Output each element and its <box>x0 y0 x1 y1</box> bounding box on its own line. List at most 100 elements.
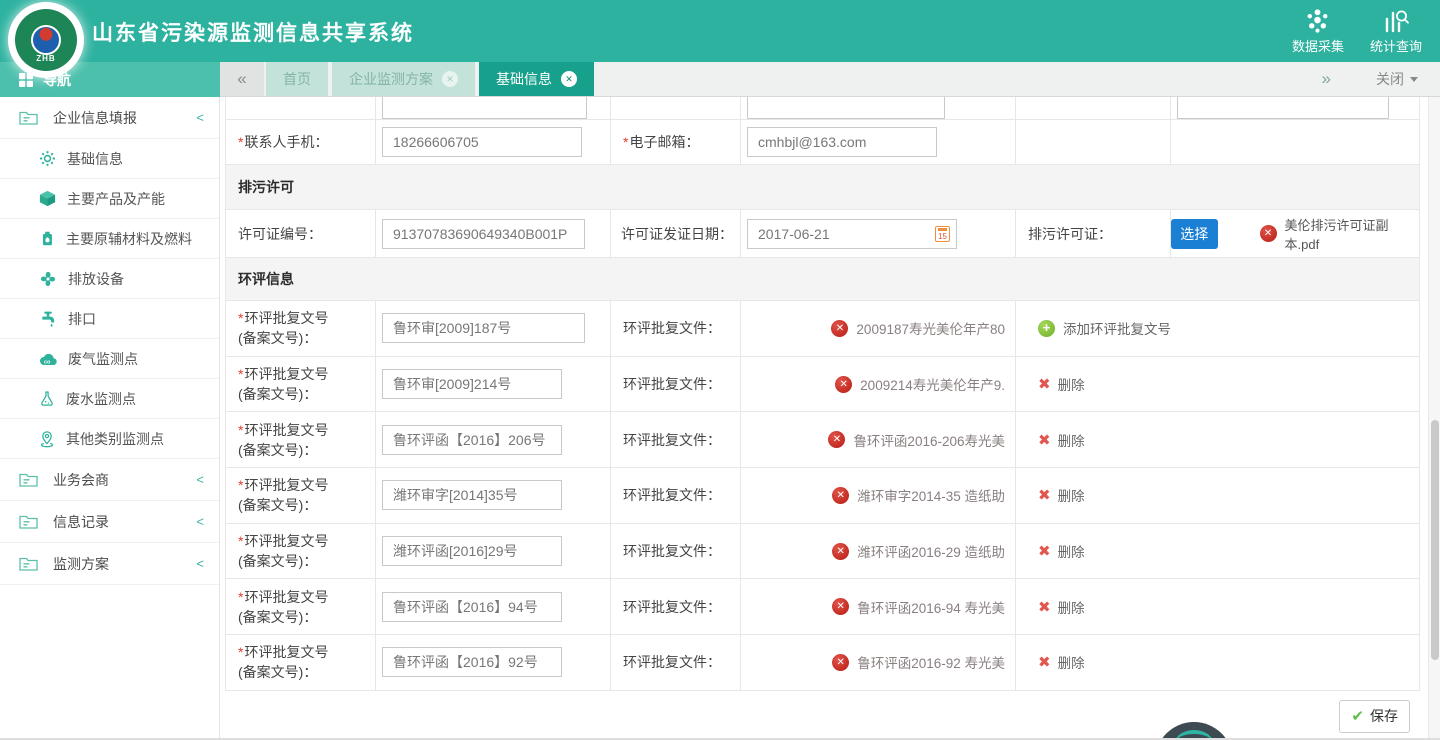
delete-cross-icon: ✖ <box>1038 653 1051 671</box>
double-chevron-right-icon[interactable]: » <box>1322 69 1331 89</box>
tab-bar: « 首页企业监测方案✕基础信息✕ » 关闭 <box>220 62 1440 97</box>
sidebar-group[interactable]: 监测方案< <box>0 543 219 585</box>
sidebar-group[interactable]: 业务会商< <box>0 459 219 501</box>
delete-cross-icon: ✖ <box>1038 375 1051 393</box>
partial-input[interactable] <box>1177 97 1389 119</box>
eia-doc-no-input[interactable] <box>382 592 562 622</box>
permit-date-input[interactable] <box>747 219 957 249</box>
add-eia-doc-label: 添加环评批复文号 <box>1063 318 1171 338</box>
sidebar-item-label: 基础信息 <box>67 149 123 169</box>
eia-file-label: 环评批复文件： <box>611 635 741 690</box>
sidebar-item[interactable]: 废水监测点 <box>0 379 219 419</box>
eia-doc-label: *环评批复文号(备案文号)： <box>226 635 376 690</box>
sidebar-group[interactable]: 信息记录< <box>0 501 219 543</box>
svg-text:co: co <box>44 359 51 365</box>
eia-action-cell: ✖删除 <box>1016 524 1419 579</box>
sidebar-group-label: 监测方案 <box>53 554 109 574</box>
remove-file-icon[interactable]: ✕ <box>832 654 849 671</box>
eia-action-cell: ✖ 删除 <box>1016 635 1419 690</box>
scrollbar-thumb[interactable] <box>1431 420 1439 660</box>
app-title: 山东省污染源监测信息共享系统 <box>92 17 414 47</box>
eia-file-name[interactable]: 潍环评函2016-29 造纸助 <box>857 541 1005 561</box>
sidebar-item[interactable]: 其他类别监测点 <box>0 419 219 459</box>
email-input[interactable] <box>747 127 937 157</box>
delete-eia-row-button[interactable]: ✖删除 <box>1038 485 1085 505</box>
delete-eia-row-button[interactable]: ✖ 删除 <box>1038 652 1085 672</box>
floating-widget-icon[interactable] <box>1155 722 1233 739</box>
sidebar-item[interactable]: 主要原辅材料及燃料 <box>0 219 219 259</box>
choose-file-button[interactable]: 选择 <box>1171 219 1218 249</box>
remove-file-icon[interactable]: ✕ <box>835 376 852 393</box>
tab-close-icon[interactable]: ✕ <box>561 71 577 87</box>
eia-doc-no-input[interactable] <box>382 425 562 455</box>
eia-file-cell: ✕ 鲁环评函2016-206寿光美 <box>741 412 1016 467</box>
calendar-icon[interactable]: 15 <box>935 226 950 242</box>
tabs-scroll-left-button[interactable]: « <box>220 62 264 96</box>
remove-file-icon[interactable]: ✕ <box>831 320 848 337</box>
eia-action-cell: ✖删除 <box>1016 468 1419 523</box>
permit-file-name[interactable]: 美伦排污许可证副本.pdf <box>1285 215 1419 253</box>
sidebar-item[interactable]: 主要产品及产能 <box>0 179 219 219</box>
tab-item[interactable]: 基础信息✕ <box>479 62 594 96</box>
partial-input[interactable] <box>382 97 587 119</box>
faucet-icon <box>38 309 58 328</box>
eia-doc-label: *环评批复文号(备案文号)： <box>226 412 376 467</box>
eia-file-name[interactable]: 2009214寿光美伦年产9. <box>860 374 1005 394</box>
tab-label: 企业监测方案 <box>349 69 433 89</box>
tab-item[interactable]: 企业监测方案 ✕ <box>332 62 475 96</box>
remove-file-icon[interactable]: ✕ <box>832 543 849 560</box>
partial-row <box>226 97 1419 120</box>
delete-eia-row-button[interactable]: ✖删除 <box>1038 374 1085 394</box>
close-tabs-menu-button[interactable]: 关闭 <box>1376 69 1418 89</box>
tab-close-icon[interactable]: ✕ <box>442 71 458 87</box>
eia-file-label: 环评批复文件： <box>611 579 741 634</box>
sidebar-group[interactable]: 企业信息填报< <box>0 97 219 139</box>
eia-file-name[interactable]: 2009187寿光美伦年产80 <box>856 318 1005 338</box>
tab-item[interactable]: 首页 <box>266 62 328 96</box>
remove-file-icon[interactable]: ✕ <box>832 487 849 504</box>
delete-label: 删除 <box>1058 430 1085 450</box>
app: ZHB 山东省污染源监测信息共享系统 数据采集统计查询 导航 « 首页企业监测方… <box>0 0 1440 740</box>
sidebar-item[interactable]: 排口 <box>0 299 219 339</box>
contact-phone-input[interactable] <box>382 127 582 157</box>
save-button[interactable]: ✔ 保存 <box>1339 700 1410 733</box>
caret-down-icon <box>1410 77 1418 82</box>
remove-file-icon[interactable]: ✕ <box>828 431 845 448</box>
eia-file-label: 环评批复文件： <box>611 468 741 523</box>
header-action-button[interactable]: 统计查询 <box>1370 7 1422 55</box>
logo-emblem-icon: ZHB <box>15 9 77 71</box>
vertical-scrollbar[interactable] <box>1428 97 1440 740</box>
eia-file-name[interactable]: 鲁环评函2016-206寿光美 <box>853 430 1005 450</box>
delete-eia-row-button[interactable]: ✖删除 <box>1038 430 1085 450</box>
eia-file-name[interactable]: 鲁环评函2016-92 寿光美 <box>857 652 1005 672</box>
eia-file-label: 环评批复文件： <box>611 412 741 467</box>
app-logo-icon: ZHB <box>8 2 84 78</box>
sidebar-group-label: 企业信息填报 <box>53 108 137 128</box>
eia-rows: *环评批复文号(备案文号)： 环评批复文件： ✕ 2009187寿光美伦年产80 +添加… <box>226 301 1419 691</box>
eia-doc-no-input[interactable] <box>382 647 562 677</box>
header-action-button[interactable]: 数据采集 <box>1292 7 1344 55</box>
eia-doc-no-input[interactable] <box>382 480 562 510</box>
eia-doc-no-input[interactable] <box>382 369 562 399</box>
remove-file-icon[interactable]: ✕ <box>832 598 849 615</box>
eia-doc-no-input[interactable] <box>382 536 562 566</box>
email-label: *电子邮箱： <box>611 120 741 164</box>
delete-label: 删除 <box>1058 652 1085 672</box>
sidebar-item-label: 排口 <box>68 309 96 329</box>
sidebar-item[interactable]: 基础信息 <box>0 139 219 179</box>
eia-doc-label: *环评批复文号(备案文号)： <box>226 524 376 579</box>
sidebar-item[interactable]: co废气监测点 <box>0 339 219 379</box>
delete-eia-row-button[interactable]: ✖删除 <box>1038 597 1085 617</box>
sidebar-item-label: 其他类别监测点 <box>66 429 164 449</box>
partial-input[interactable] <box>747 97 945 119</box>
permit-no-input[interactable] <box>382 219 585 249</box>
folder-icon <box>18 108 39 128</box>
eia-file-name[interactable]: 鲁环评函2016-94 寿光美 <box>857 597 1005 617</box>
header-action-label: 统计查询 <box>1370 36 1422 55</box>
add-eia-doc-button[interactable]: +添加环评批复文号 <box>1038 318 1171 338</box>
sidebar-item[interactable]: 排放设备 <box>0 259 219 299</box>
eia-doc-no-input[interactable] <box>382 313 585 343</box>
delete-eia-row-button[interactable]: ✖删除 <box>1038 541 1085 561</box>
eia-file-name[interactable]: 潍环审字2014-35 造纸助 <box>857 485 1005 505</box>
remove-permit-file-icon[interactable]: ✕ <box>1260 225 1277 242</box>
